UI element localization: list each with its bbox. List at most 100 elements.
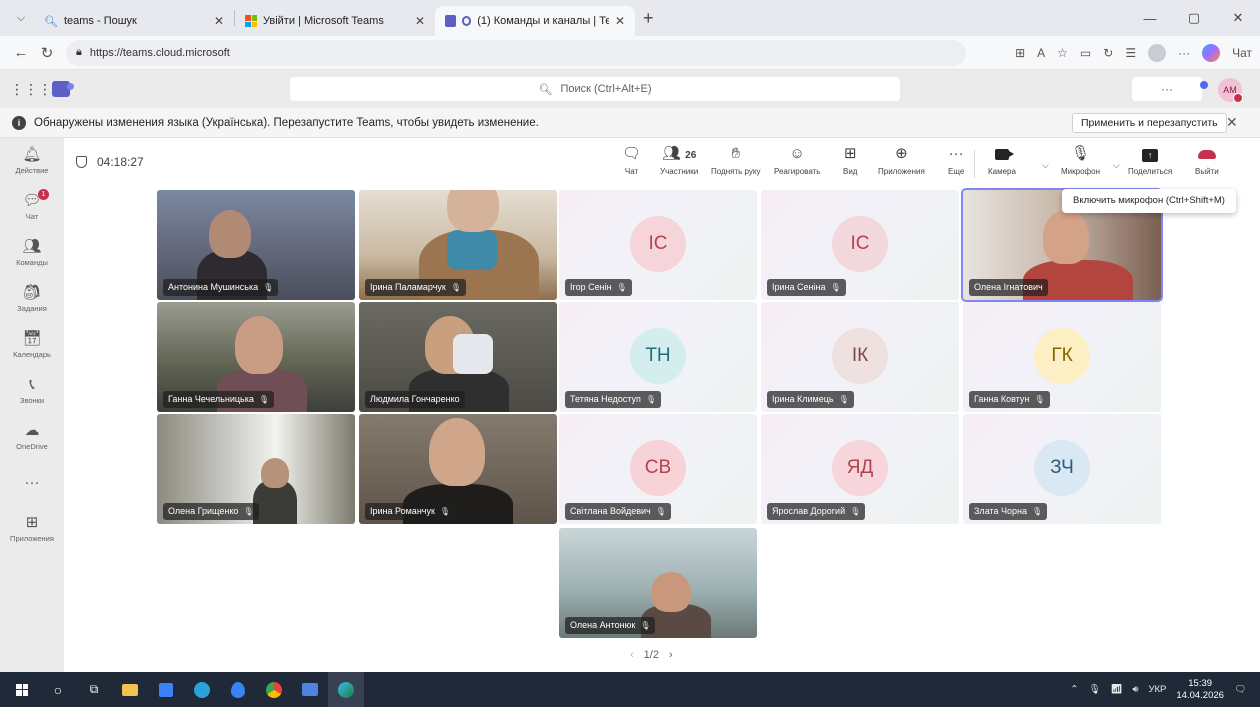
video-face [261, 458, 289, 488]
start-button[interactable] [4, 672, 40, 707]
browser-tab-search[interactable]: 🔍︎ teams - Пошук ✕ [34, 6, 234, 36]
telegram-button[interactable] [184, 672, 220, 707]
participant-tile[interactable]: ГК Ганна Ковтун 🎙︎ [963, 302, 1161, 412]
participant-name: Ігор Сенін [570, 282, 612, 292]
app-window-button[interactable] [292, 672, 328, 707]
share-button[interactable]: ↑ Поделиться [1128, 144, 1172, 176]
favorite-star-icon[interactable]: ☆ [1057, 46, 1068, 60]
rail-item-assignments[interactable]: 🎒︎ Задания [0, 276, 64, 322]
tab-actions-chevron-icon[interactable]: ⌵ [8, 7, 34, 29]
search-input[interactable]: 🔍︎ Поиск (Ctrl+Alt+E) [290, 77, 900, 101]
rail-item-activity[interactable]: 🔔︎ Действие [0, 138, 64, 184]
rail-item-apps[interactable]: ⊞ Приложения [0, 506, 64, 552]
window-close-icon[interactable]: ✕ [1216, 10, 1260, 26]
task-view-button[interactable]: ⧉ [76, 672, 112, 707]
raise-hand-label: Поднять руку [711, 167, 761, 176]
participants-button[interactable]: 👥︎ 26 Участники [660, 144, 698, 176]
prev-page-chevron-icon[interactable]: ‹ [630, 649, 634, 661]
video-scarf [447, 230, 497, 270]
meeting-timer: 04:18:27 [76, 155, 144, 169]
browser-tab-teams[interactable]: (1) Команды и каналы | Теор ✕ [435, 6, 635, 36]
taskbar-clock[interactable]: 15:39 14.04.2026 [1176, 678, 1224, 702]
camera-options-chevron-icon[interactable]: ⌵ [1042, 160, 1049, 171]
tab-close-icon[interactable]: ✕ [214, 14, 224, 28]
tab-close-icon[interactable]: ✕ [615, 14, 625, 28]
leave-button[interactable]: Выйти [1195, 144, 1219, 176]
rail-item-calls[interactable]: 📞︎ Звонки [0, 368, 64, 414]
favorites-icon[interactable]: ☰ [1125, 46, 1136, 60]
app-available-icon[interactable]: ⊞ [1015, 46, 1025, 60]
participant-tile[interactable]: ІС Ірина Сеніна 🎙︎ [761, 190, 959, 300]
file-explorer-button[interactable] [112, 672, 148, 707]
notifications-icon[interactable]: 🗨︎ [1234, 684, 1246, 695]
volume-icon[interactable]: 🔊︎ [1132, 684, 1138, 695]
microphone-tray-icon[interactable]: 🎙︎ [1088, 684, 1100, 695]
participant-tile[interactable]: Ганна Чечельницька 🎙︎ [157, 302, 355, 412]
view-button[interactable]: ⊞ Вид [843, 144, 857, 176]
url-field[interactable]: 🔒︎ https://teams.cloud.microsoft [66, 39, 966, 66]
raise-hand-button[interactable]: ✋︎ Поднять руку [711, 144, 760, 176]
refresh-extension-icon[interactable]: ↻ [1103, 46, 1113, 60]
more-actions-button[interactable]: ··· Еще [948, 144, 964, 176]
app-launcher-icon[interactable]: ⋮⋮⋮ [10, 81, 52, 98]
participant-tile[interactable]: Людмила Гончаренко [359, 302, 557, 412]
telegram-icon [194, 681, 210, 698]
rail-item-more[interactable]: ··· [0, 460, 64, 506]
profile-avatar[interactable] [1148, 44, 1167, 62]
back-arrow-icon[interactable]: ← [8, 44, 34, 61]
participant-tile[interactable]: Ірина Паламарчук 🎙︎ [359, 190, 557, 300]
rail-item-onedrive[interactable]: ☁︎ OneDrive [0, 414, 64, 460]
user-avatar[interactable]: АМ [1218, 78, 1243, 103]
participant-tile[interactable]: ЗЧ Злата Чорна 🎙︎ [963, 414, 1161, 524]
tab-close-icon[interactable]: ✕ [415, 14, 425, 28]
more-options-button[interactable]: ··· [1132, 77, 1202, 101]
copilot-icon[interactable] [1202, 44, 1221, 62]
taskbar-search-button[interactable]: ○ [40, 672, 76, 707]
mic-options-chevron-icon[interactable]: ⌵ [1113, 160, 1120, 171]
participant-tile[interactable]: ІС Ігор Сенін 🎙︎ [559, 190, 757, 300]
rail-item-teams[interactable]: 👥︎ Команды [0, 230, 64, 276]
apps-label: Приложения [878, 167, 925, 176]
browser-menu-icon[interactable]: ··· [1178, 46, 1190, 60]
browser-tab-signin[interactable]: Увійти | Microsoft Teams ✕ [235, 6, 435, 36]
edge-button[interactable] [328, 672, 364, 707]
camera-label: Камера [988, 167, 1016, 176]
tray-chevron-icon[interactable]: ⌃ [1070, 684, 1078, 695]
language-indicator[interactable]: УКР [1148, 684, 1166, 695]
read-aloud-icon[interactable]: A [1037, 46, 1045, 60]
close-icon[interactable]: ✕ [1226, 114, 1238, 131]
apps-button[interactable]: ⊕ Приложения [878, 144, 925, 176]
chrome-button[interactable] [256, 672, 292, 707]
new-tab-icon[interactable]: + [643, 8, 654, 29]
network-icon[interactable]: 📶︎ [1110, 684, 1122, 695]
reload-icon[interactable]: ↻ [34, 44, 60, 62]
next-page-chevron-icon[interactable]: › [669, 649, 673, 661]
maximize-icon[interactable]: ▢ [1172, 10, 1216, 26]
participant-tile[interactable]: СВ Світлана Войдевич 🎙︎ [559, 414, 757, 524]
participant-name: Антонина Мушинська [168, 282, 259, 292]
participant-tile[interactable]: Олена Грищенко 🎙︎ [157, 414, 355, 524]
minimize-icon[interactable]: — [1128, 11, 1172, 26]
split-screen-icon[interactable]: ▭ [1080, 46, 1091, 60]
rail-item-calendar[interactable]: 📅︎ Календарь [0, 322, 64, 368]
participant-tile[interactable]: Олена Антонюк 🎙︎ [559, 528, 757, 638]
apply-restart-button[interactable]: Применить и перезапустить [1072, 113, 1227, 133]
copilot-label[interactable]: Чат [1232, 46, 1252, 60]
participant-tile[interactable]: Ірина Романчук 🎙︎ [359, 414, 557, 524]
meeting-control-bar: 04:18:27 🗨︎ Чат 👥︎ 26 Участники ✋︎ Подня… [64, 138, 1260, 188]
participant-tile[interactable]: ЯД Ярослав Дорогий 🎙︎ [761, 414, 959, 524]
react-button[interactable]: ☺ Реагировать [774, 144, 820, 176]
participant-name-tag: Ганна Чечельницька 🎙︎ [163, 391, 274, 408]
chat-button[interactable]: 🗨︎ Чат [622, 144, 641, 176]
participant-name-tag: Ганна Ковтун 🎙︎ [969, 391, 1050, 408]
app-button[interactable] [148, 672, 184, 707]
microphone-button[interactable]: 🎙︎ Микрофон [1061, 144, 1100, 176]
participant-name-tag: Людмила Гончаренко [365, 391, 465, 408]
participant-tile[interactable]: ТН Тетяна Недоступ 🎙︎ [559, 302, 757, 412]
camera-button[interactable]: Камера [988, 144, 1016, 176]
participant-tile[interactable]: ІК Ірина Климець 🎙︎ [761, 302, 959, 412]
rail-item-chat[interactable]: 💬︎ 1 Чат [0, 184, 64, 230]
app-drop-button[interactable] [220, 672, 256, 707]
search-icon: 🔍︎ [44, 15, 58, 28]
participant-tile[interactable]: Антонина Мушинська 🎙︎ [157, 190, 355, 300]
